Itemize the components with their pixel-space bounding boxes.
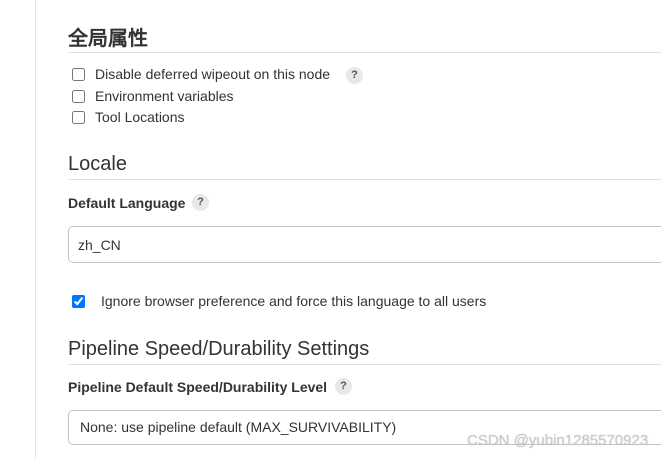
disable-deferred-wipeout-checkbox[interactable] — [72, 68, 85, 81]
tool-locations-label[interactable]: Tool Locations — [95, 109, 185, 126]
default-language-help-icon[interactable]: ? — [192, 194, 209, 211]
option-row-tool-locations: Tool Locations — [72, 109, 185, 126]
speed-durability-level-selected-value: None: use pipeline default (MAX_SURVIVAB… — [80, 419, 397, 435]
default-language-label: Default Language — [68, 195, 186, 211]
disable-deferred-wipeout-help-icon[interactable]: ? — [346, 67, 363, 84]
section-divider — [68, 364, 661, 365]
speed-durability-level-help-icon[interactable]: ? — [335, 378, 352, 395]
option-row-ignore-browser-preference: Ignore browser preference and force this… — [72, 292, 486, 310]
environment-variables-label[interactable]: Environment variables — [95, 88, 234, 105]
section-title-pipeline-speed-durability: Pipeline Speed/Durability Settings — [68, 338, 370, 360]
csdn-watermark: CSDN @yubin1285570923 — [467, 432, 649, 449]
ignore-browser-preference-checkbox[interactable] — [72, 294, 85, 308]
option-row-environment-variables: Environment variables — [72, 88, 234, 105]
section-title-locale: Locale — [68, 153, 127, 175]
option-row-disable-deferred-wipeout: Disable deferred wipeout on this node — [72, 66, 330, 83]
disable-deferred-wipeout-label[interactable]: Disable deferred wipeout on this node — [95, 66, 330, 83]
jenkins-configure-page: 全局属性 Disable deferred wipeout on this no… — [0, 0, 661, 459]
default-language-input[interactable] — [68, 226, 661, 263]
ignore-browser-preference-label[interactable]: Ignore browser preference and force this… — [101, 292, 486, 310]
tool-locations-checkbox[interactable] — [72, 111, 85, 124]
environment-variables-checkbox[interactable] — [72, 90, 85, 103]
section-divider — [68, 179, 661, 180]
speed-durability-level-label: Pipeline Default Speed/Durability Level — [68, 379, 328, 395]
section-divider — [68, 52, 661, 53]
left-panel-divider — [35, 0, 36, 459]
section-title-global-properties: 全局属性 — [68, 26, 148, 50]
